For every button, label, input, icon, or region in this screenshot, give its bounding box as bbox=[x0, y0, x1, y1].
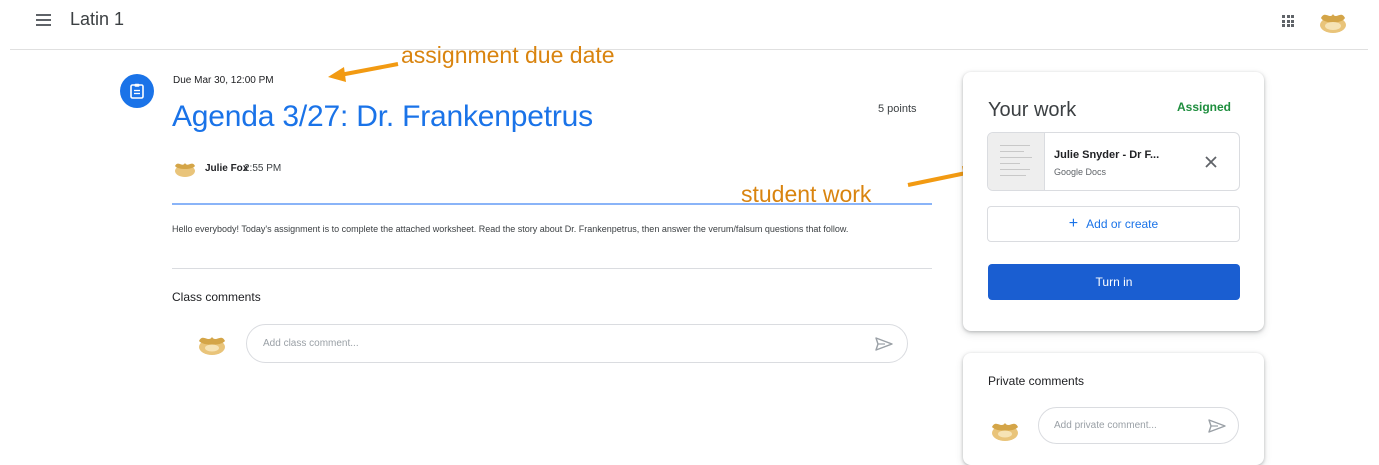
class-comment-input[interactable]: Add class comment... bbox=[246, 324, 908, 363]
attachment-name: Julie Snyder - Dr F... bbox=[1054, 149, 1160, 161]
assignment-icon bbox=[120, 74, 154, 108]
account-avatar[interactable] bbox=[1316, 8, 1350, 41]
private-comment-input[interactable]: Add private comment... bbox=[1038, 407, 1239, 444]
section-divider bbox=[172, 268, 932, 269]
attachment-type: Google Docs bbox=[1054, 167, 1107, 177]
class-title[interactable]: Latin 1 bbox=[70, 9, 124, 30]
annotation-student-work: student work bbox=[741, 181, 872, 207]
private-comments-heading: Private comments bbox=[988, 374, 1085, 388]
your-work-card: Your work Assigned Julie Snyder - Dr F..… bbox=[963, 72, 1264, 331]
private-comment-placeholder: Add private comment... bbox=[1054, 420, 1157, 431]
add-or-create-label: Add or create bbox=[1086, 217, 1159, 231]
add-or-create-button[interactable]: + Add or create bbox=[987, 206, 1240, 242]
top-bar: Latin 1 bbox=[0, 0, 1379, 44]
doc-thumbnail bbox=[988, 133, 1045, 190]
post-time: 2:55 PM bbox=[244, 163, 282, 174]
commenter-avatar bbox=[195, 333, 229, 362]
author-name: Julie Fox bbox=[205, 163, 249, 174]
annotation-due-date: assignment due date bbox=[401, 42, 615, 68]
send-icon[interactable] bbox=[1208, 419, 1226, 438]
author-avatar bbox=[172, 160, 198, 183]
points-value: 5 points bbox=[878, 103, 917, 115]
header-divider bbox=[10, 49, 1368, 50]
close-icon[interactable] bbox=[1202, 153, 1220, 171]
private-commenter-avatar bbox=[988, 419, 1022, 448]
class-comments-heading: Class comments bbox=[172, 290, 261, 304]
your-work-title: Your work bbox=[988, 99, 1077, 121]
annotation-arrow-due bbox=[328, 62, 399, 82]
attachment-card[interactable]: Julie Snyder - Dr F... Google Docs bbox=[987, 132, 1240, 191]
menu-icon[interactable] bbox=[36, 14, 51, 26]
send-icon[interactable] bbox=[875, 337, 893, 356]
class-comment-placeholder: Add class comment... bbox=[263, 338, 359, 349]
status-badge: Assigned bbox=[1177, 100, 1232, 114]
due-date: Due Mar 30, 12:00 PM bbox=[173, 75, 274, 86]
apps-grid-icon[interactable] bbox=[1282, 15, 1294, 27]
turn-in-button[interactable]: Turn in bbox=[988, 264, 1240, 300]
private-comments-card: Private comments Add private comment... bbox=[963, 353, 1264, 465]
plus-icon: + bbox=[1068, 215, 1079, 232]
assignment-title: Agenda 3/27: Dr. Frankenpetrus bbox=[172, 100, 593, 133]
assignment-description: Hello everybody! Today's assignment is t… bbox=[172, 224, 849, 234]
